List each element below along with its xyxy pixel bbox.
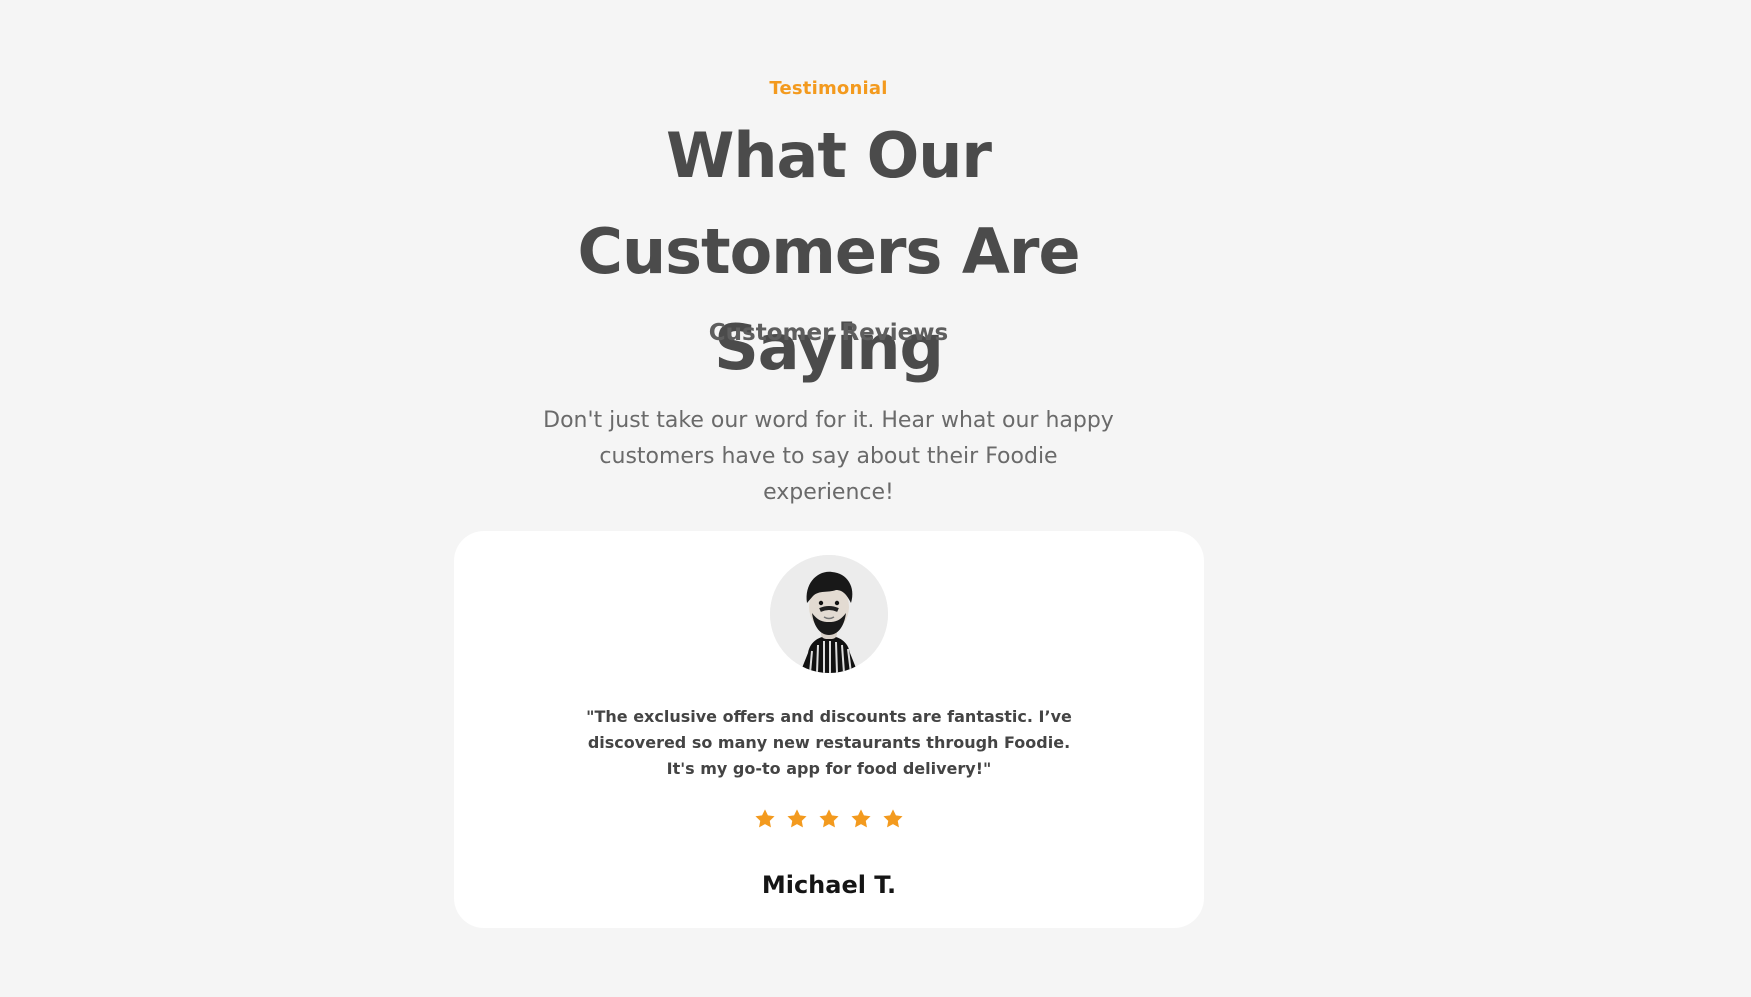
customer-avatar [770,555,888,673]
star-icon [781,808,813,836]
star-icon [845,808,877,836]
testimonial-section: Testimonial What Our Customers Are Sayin… [0,0,1751,997]
star-icon [813,808,845,836]
testimonial-card: "The exclusive offers and discounts are … [454,531,1204,928]
star-icon [877,808,909,836]
section-title: What Our Customers Are Saying [577,119,1080,384]
customer-avatar-icon [770,555,888,673]
section-eyebrow: Testimonial [769,78,888,99]
testimonial-quote: "The exclusive offers and discounts are … [586,707,1072,778]
reviewer-name: Michael T. [761,871,897,899]
rating-stars [454,808,1204,836]
star-icon [749,808,781,836]
section-subtitle: Customer Reviews [708,320,949,346]
section-intro: Don't just take our word for it. Hear wh… [543,408,1114,505]
